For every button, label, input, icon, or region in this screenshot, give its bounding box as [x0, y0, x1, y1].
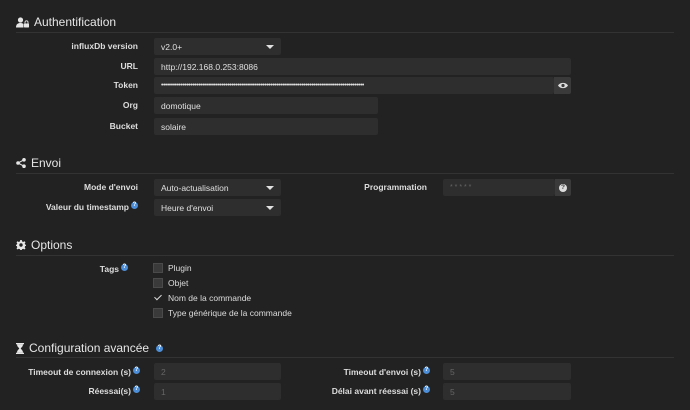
timeout-conn-label-text: Timeout de connexion (s) [28, 367, 131, 377]
section-title-options: Options [16, 238, 72, 252]
help-icon[interactable]: ? [133, 367, 140, 375]
version-value: v2.0+ [161, 41, 183, 52]
divider [16, 173, 674, 174]
url-label: URL [120, 61, 138, 71]
tag-label: Objet [168, 278, 189, 288]
auth-title: Authentification [34, 15, 117, 29]
share-icon [16, 158, 26, 168]
help-icon[interactable]: ? [156, 344, 164, 352]
tag-checkbox-plugin[interactable]: Plugin [153, 263, 192, 273]
timeout-conn-value: 2 [161, 366, 166, 377]
divider [16, 255, 674, 256]
timeout-conn-label: Timeout de connexion (s)? [28, 367, 140, 377]
eye-icon [557, 82, 568, 89]
version-label: influxDb version [71, 41, 138, 51]
hourglass-icon [16, 342, 24, 354]
timestamp-value: Heure d'envoi [161, 202, 214, 213]
help-icon[interactable]: ? [121, 264, 128, 272]
retry-delay-value: 5 [450, 386, 455, 397]
retry-delay-input[interactable]: 5 [443, 383, 571, 400]
retry-delay-label: Délai avant réessai (s)? [332, 386, 430, 396]
token-value: ••••••••••••••••••••••••••••••••••••••••… [161, 82, 364, 89]
checkbox[interactable] [153, 263, 163, 273]
token-input[interactable]: ••••••••••••••••••••••••••••••••••••••••… [154, 77, 554, 94]
mode-value: Auto-actualisation [161, 182, 229, 193]
timeout-send-label: Timeout d'envoi (s)? [344, 367, 430, 377]
envoi-title: Envoi [31, 156, 62, 170]
tags-label: Tags? [100, 264, 128, 274]
url-input[interactable]: http://192.168.0.253:8086 [154, 58, 571, 75]
options-title: Options [31, 238, 73, 252]
programmation-input[interactable]: * * * * * [443, 179, 555, 196]
checkbox[interactable] [153, 278, 163, 288]
divider [16, 357, 674, 358]
prog-label: Programmation [364, 182, 427, 192]
org-label: Org [122, 100, 138, 110]
help-icon[interactable]: ? [131, 202, 138, 210]
tag-label: Plugin [168, 263, 192, 273]
section-title-envoi: Envoi [16, 156, 61, 170]
bucket-input[interactable]: solaire [154, 118, 378, 135]
timeout-send-label-text: Timeout d'envoi (s) [343, 367, 421, 377]
tag-checkbox-objet[interactable]: Objet [153, 278, 188, 288]
help-icon[interactable]: ? [423, 386, 430, 394]
org-value: domotique [161, 100, 201, 111]
bucket-value: solaire [161, 121, 187, 132]
advanced-title: Configuration avancée [29, 341, 150, 355]
mode-label: Mode d'envoi [84, 182, 138, 192]
timestamp-label-text: Valeur du timestamp [45, 202, 129, 212]
tag-checkbox-type-generique[interactable]: Type générique de la commande [153, 308, 292, 318]
influxdb-version-select[interactable]: v2.0+ [154, 38, 281, 55]
section-title-auth: Authentification [16, 15, 116, 29]
bucket-label: Bucket [109, 121, 138, 131]
timeout-send-value: 5 [450, 366, 455, 377]
help-icon: ? [559, 183, 567, 192]
retries-value: 1 [161, 386, 166, 397]
retries-label: Réessai(s)? [88, 386, 140, 396]
prog-value: * * * * * [450, 184, 472, 191]
retries-input[interactable]: 1 [154, 383, 281, 400]
timestamp-label: Valeur du timestamp? [46, 202, 138, 212]
help-icon[interactable]: ? [423, 367, 430, 375]
token-label: Token [113, 80, 138, 90]
mode-envoi-select[interactable]: Auto-actualisation [154, 179, 281, 196]
divider [16, 32, 674, 33]
help-icon[interactable]: ? [133, 386, 140, 394]
tag-checkbox-nom-commande[interactable]: Nom de la commande [153, 293, 251, 303]
checkbox[interactable] [153, 293, 163, 303]
checkbox[interactable] [153, 308, 163, 318]
chevron-down-icon [266, 205, 274, 210]
retries-label-text: Réessai(s) [88, 386, 131, 396]
chevron-down-icon [266, 44, 274, 49]
section-title-advanced: Configuration avancée ? [16, 341, 164, 355]
tag-label: Type générique de la commande [168, 308, 292, 318]
user-lock-icon [16, 16, 29, 27]
tag-label: Nom de la commande [168, 293, 252, 303]
org-input[interactable]: domotique [154, 97, 378, 114]
timeout-envoi-input[interactable]: 5 [443, 363, 571, 380]
cron-help-button[interactable]: ? [555, 179, 571, 196]
retry-delay-label-text: Délai avant réessai (s) [331, 386, 421, 396]
chevron-down-icon [266, 185, 274, 190]
timestamp-select[interactable]: Heure d'envoi [154, 199, 281, 216]
tags-label-text: Tags [99, 264, 119, 274]
show-token-button[interactable] [554, 77, 571, 94]
timeout-connexion-input[interactable]: 2 [154, 363, 281, 380]
gear-icon [16, 240, 26, 250]
url-value: http://192.168.0.253:8086 [161, 61, 258, 72]
